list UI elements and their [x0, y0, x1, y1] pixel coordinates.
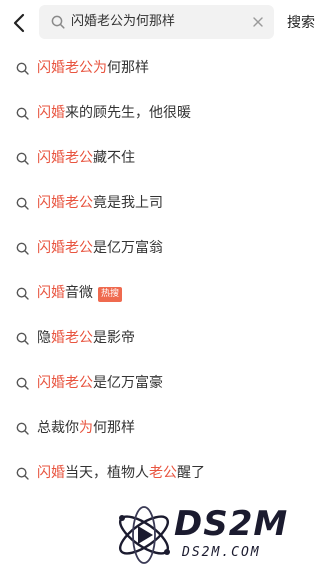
highlighted-text: 为 [79, 420, 93, 436]
suggestion-text: 音微 [65, 285, 93, 301]
suggestion-label: 闪婚老公为何那样 [37, 46, 149, 91]
suggestion-text: 竟是我上司 [93, 195, 163, 211]
suggestion-label: 闪婚当天，植物人老公醒了 [37, 451, 205, 496]
watermark-title: DS2M [174, 504, 289, 544]
search-icon [16, 152, 29, 165]
search-icon [16, 467, 29, 480]
suggestion-item[interactable]: 闪婚来的顾先生，他很暖 [0, 91, 333, 136]
suggestion-label: 隐婚老公是影帝 [37, 316, 135, 361]
watermark: DS2M DS2M.COM [112, 502, 322, 568]
search-header: 闪婚老公为何那样 搜索 [0, 0, 333, 46]
suggestion-label: 闪婚老公藏不住 [37, 136, 135, 181]
suggestion-text: 何那样 [107, 60, 149, 76]
suggestion-label: 总裁你为何那样 [37, 406, 135, 451]
suggestion-text: 藏不住 [93, 150, 135, 166]
suggestion-item[interactable]: 闪婚老公是亿万富豪 [0, 361, 333, 406]
atom-logo-icon [119, 506, 170, 564]
suggestion-item[interactable]: 闪婚老公为何那样 [0, 46, 333, 91]
suggestion-text: 总裁你 [37, 420, 79, 436]
back-button[interactable] [8, 10, 30, 36]
suggestion-text: 来的顾先生，他很暖 [65, 105, 191, 121]
close-icon[interactable] [251, 15, 265, 29]
search-icon [16, 287, 29, 300]
suggestion-item[interactable]: 闪婚当天，植物人老公醒了 [0, 451, 333, 496]
highlighted-text: 婚老公 [51, 330, 93, 346]
search-icon [16, 332, 29, 345]
highlighted-text: 闪婚 [37, 105, 65, 121]
suggestion-text: 当天，植物人 [65, 465, 149, 481]
highlighted-text: 闪婚 [37, 285, 65, 301]
suggestion-text: 是亿万富豪 [93, 375, 163, 391]
suggestion-label: 闪婚来的顾先生，他很暖 [37, 91, 191, 136]
suggestion-list: 闪婚老公为何那样 闪婚来的顾先生，他很暖 闪婚老公藏不住 闪婚老公竟是我上司 闪婚老公是… [0, 46, 333, 496]
highlighted-text: 闪婚老公 [37, 240, 93, 256]
suggestion-item[interactable]: 总裁你为何那样 [0, 406, 333, 451]
highlighted-text: 老公 [149, 465, 177, 481]
highlighted-text: 闪婚老公 [37, 150, 93, 166]
search-button[interactable]: 搜索 [287, 0, 315, 46]
search-input[interactable]: 闪婚老公为何那样 [39, 5, 274, 39]
search-icon [51, 15, 65, 29]
highlighted-text: 闪婚 [37, 465, 65, 481]
highlighted-text: 闪婚老公 [37, 375, 93, 391]
suggestion-text: 隐 [37, 330, 51, 346]
suggestion-text: 是亿万富翁 [93, 240, 163, 256]
search-icon [16, 197, 29, 210]
suggestion-item[interactable]: 闪婚音微 热搜 [0, 271, 333, 316]
search-icon [16, 107, 29, 120]
suggestion-item[interactable]: 闪婚老公竟是我上司 [0, 181, 333, 226]
search-page: 闪婚老公为何那样 搜索 闪婚老公为何那样 闪婚来的顾先生，他很暖 闪婚老公藏不住 闪婚… [0, 0, 333, 571]
highlighted-text: 闪婚老公为 [37, 60, 107, 76]
suggestion-label: 闪婚老公是亿万富豪 [37, 361, 163, 406]
suggestion-item[interactable]: 闪婚老公是亿万富翁 [0, 226, 333, 271]
suggestion-item[interactable]: 闪婚老公藏不住 [0, 136, 333, 181]
suggestion-text: 何那样 [93, 420, 135, 436]
search-query-text[interactable]: 闪婚老公为何那样 [71, 5, 175, 39]
search-icon [16, 377, 29, 390]
suggestion-label: 闪婚老公是亿万富翁 [37, 226, 163, 271]
suggestion-text: 醒了 [177, 465, 205, 481]
search-icon [16, 62, 29, 75]
suggestion-item[interactable]: 隐婚老公是影帝 [0, 316, 333, 361]
highlighted-text: 闪婚老公 [37, 195, 93, 211]
suggestion-label: 闪婚音微 热搜 [37, 271, 123, 316]
suggestion-text: 是影帝 [93, 330, 135, 346]
chevron-left-icon [13, 13, 25, 33]
search-icon [16, 422, 29, 435]
watermark-url: DS2M.COM [182, 545, 261, 560]
hot-search-badge: 热搜 [98, 287, 123, 302]
search-icon [16, 242, 29, 255]
suggestion-label: 闪婚老公竟是我上司 [37, 181, 163, 226]
